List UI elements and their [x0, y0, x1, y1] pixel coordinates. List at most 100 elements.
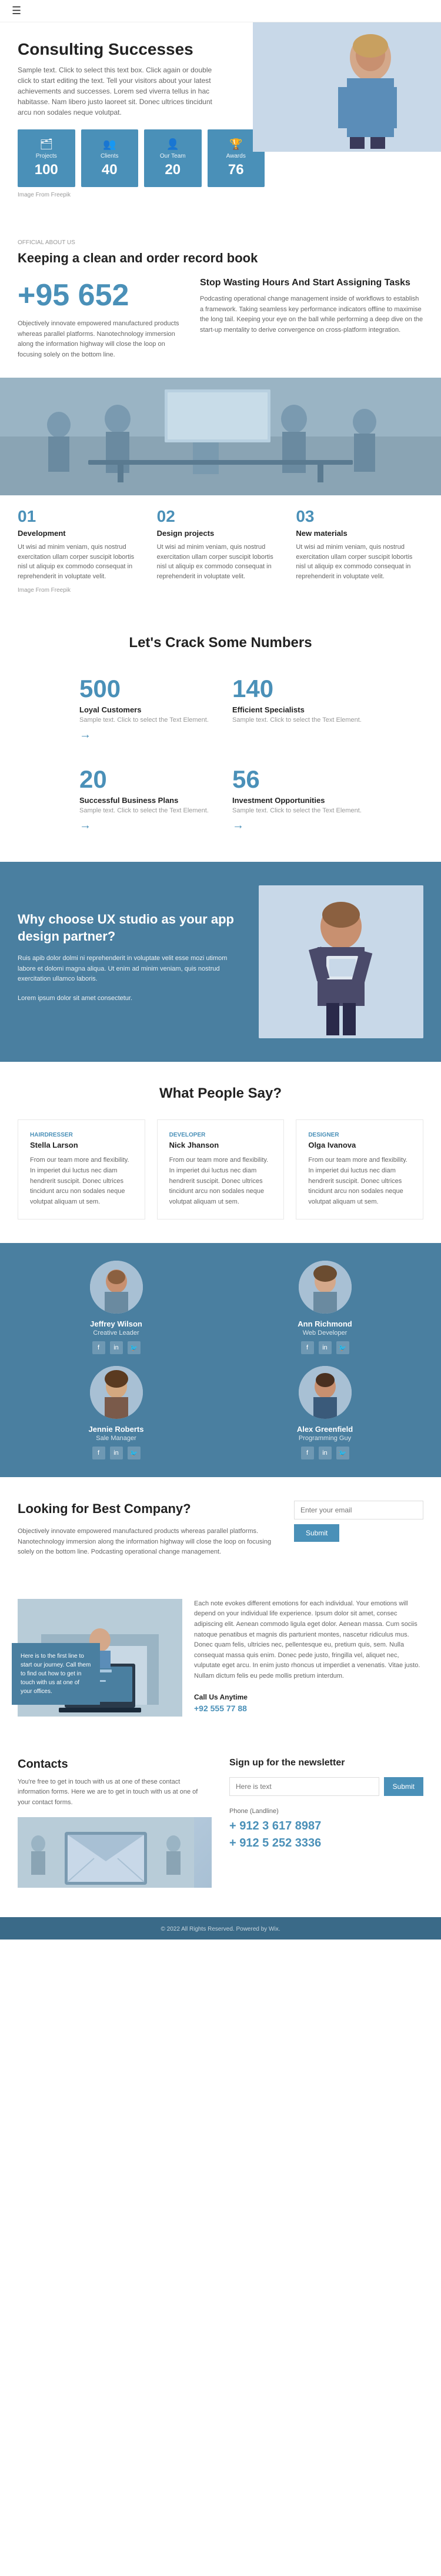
newsletter-submit-button[interactable]: Submit	[384, 1777, 423, 1796]
record-title: Keeping a clean and order record book	[18, 251, 423, 266]
number-specialists: 140 Efficient Specialists Sample text. C…	[226, 669, 368, 748]
info-image-column: Here is to the first line to start our j…	[18, 1599, 182, 1717]
looking-title: Looking for Best Company?	[18, 1501, 276, 1518]
team-section: Jeffrey Wilson Creative Leader f in 🐦	[0, 1243, 441, 1477]
number-investments: 56 Investment Opportunities Sample text.…	[226, 759, 368, 838]
hamburger-icon[interactable]: ☰	[12, 5, 21, 16]
alex-avatar-image	[299, 1366, 352, 1419]
consulting-description: Sample text. Click to select this text b…	[18, 65, 218, 118]
ux-title: Why choose UX studio as your app design …	[18, 911, 247, 945]
clients-icon: 👥	[87, 138, 133, 151]
stat-team-label: Our Team	[150, 153, 196, 159]
record-left: +95 652 Objectively innovate empowered m…	[18, 278, 182, 360]
call-us-label: Call Us Anytime	[194, 1693, 423, 1701]
phone-number-1: + 912 3 617 8987	[229, 1819, 423, 1833]
step-development-num: 01	[18, 507, 145, 526]
awards-icon: 🏆	[213, 138, 259, 151]
jeffrey-twitter-icon[interactable]: 🐦	[128, 1341, 141, 1354]
looking-left: Looking for Best Company? Objectively in…	[18, 1501, 276, 1557]
contacts-image	[18, 1817, 212, 1888]
record-left-desc: Objectively innovate empowered manufactu…	[18, 319, 182, 360]
testimonial-olga-role: DESIGNER	[308, 1132, 411, 1138]
alex-facebook-icon[interactable]: f	[301, 1447, 314, 1459]
jennie-social-icons: f in 🐦	[92, 1447, 141, 1459]
contacts-grid: Contacts You're free to get in touch wit…	[18, 1758, 423, 1894]
ux-content: Why choose UX studio as your app design …	[18, 911, 247, 1013]
numbers-grid: 500 Loyal Customers Sample text. Click t…	[74, 669, 368, 838]
contacts-left: Contacts You're free to get in touch wit…	[18, 1758, 212, 1894]
number-business-plans: 20 Successful Business Plans Sample text…	[74, 759, 215, 838]
testimonial-olga-name: Olga Ivanova	[308, 1141, 411, 1149]
number-investments-arrow[interactable]: →	[232, 819, 362, 832]
newsletter-form: Submit	[229, 1777, 423, 1796]
top-navigation: ☰	[0, 0, 441, 22]
alex-name: Alex Greenfield	[297, 1425, 353, 1434]
step-design-num: 02	[157, 507, 285, 526]
number-investments-value: 56	[232, 765, 362, 794]
alex-twitter-icon[interactable]: 🐦	[336, 1447, 349, 1459]
steps-section: 01 Development Ut wisi ad minim veniam, …	[0, 495, 441, 611]
consulting-hero-image	[253, 22, 441, 152]
phone-label: Phone (Landline)	[229, 1808, 423, 1815]
jennie-twitter-icon[interactable]: 🐦	[128, 1447, 141, 1459]
hero-image-placeholder	[253, 22, 441, 152]
phone-number-2: + 912 5 252 3336	[229, 1837, 423, 1850]
info-image-box: Here is to the first line to start our j…	[18, 1599, 182, 1717]
team-avatar-ann	[299, 1261, 352, 1314]
alex-instagram-icon[interactable]: in	[319, 1447, 332, 1459]
team-avatar-jennie	[90, 1366, 143, 1419]
testimonial-stella-text: From our team more and flexibility. In i…	[30, 1155, 133, 1207]
jennie-role: Sale Manager	[96, 1435, 136, 1442]
steps-grid: 01 Development Ut wisi ad minim veniam, …	[18, 507, 423, 581]
contacts-right: Sign up for the newsletter Submit Phone …	[229, 1758, 423, 1894]
number-plans-arrow[interactable]: →	[79, 819, 209, 832]
record-right-text: Podcasting operational change management…	[200, 294, 423, 335]
numbers-section: Let's Crack Some Numbers 500 Loyal Custo…	[0, 611, 441, 862]
jeffrey-role: Creative Leader	[93, 1329, 139, 1337]
testimonials-title: What People Say?	[18, 1085, 423, 1102]
team-image-section	[0, 378, 441, 495]
phone-numbers: Phone (Landline) + 912 3 617 8987 + 912 …	[229, 1808, 423, 1850]
consulting-section: Consulting Successes Sample text. Click …	[0, 22, 441, 222]
jeffrey-facebook-icon[interactable]: f	[92, 1341, 105, 1354]
jeffrey-instagram-icon[interactable]: in	[110, 1341, 123, 1354]
numbers-title: Let's Crack Some Numbers	[18, 635, 423, 651]
newsletter-title: Sign up for the newsletter	[229, 1758, 423, 1768]
email-input[interactable]	[294, 1501, 423, 1519]
alex-role: Programming Guy	[299, 1435, 351, 1442]
submit-button[interactable]: Submit	[294, 1524, 339, 1542]
footer: © 2022 All Rights Reserved. Powered by W…	[0, 1917, 441, 1940]
number-loyal-value: 500	[79, 675, 209, 703]
jeffrey-avatar-image	[90, 1261, 143, 1314]
info-text-column: Each note evokes different emotions for …	[194, 1599, 423, 1717]
testimonials-grid: HAIRDRESSER Stella Larson From our team …	[18, 1119, 423, 1219]
stat-awards-label: Awards	[213, 153, 259, 159]
stat-projects: 🗂 Projects 100	[18, 129, 75, 187]
info-blue-box: Here is to the first line to start our j…	[12, 1643, 100, 1705]
ann-name: Ann Richmond	[298, 1319, 352, 1328]
stats-grid: 🗂 Projects 100 👥 Clients 40 👤 Our Team 2…	[18, 129, 265, 187]
step-materials-text: Ut wisi ad minim veniam, quis nostrud ex…	[296, 542, 423, 581]
testimonial-olga: DESIGNER Olga Ivanova From our team more…	[296, 1119, 423, 1219]
jennie-facebook-icon[interactable]: f	[92, 1447, 105, 1459]
looking-text: Objectively innovate empowered manufactu…	[18, 1527, 276, 1558]
jennie-name: Jennie Roberts	[89, 1425, 144, 1434]
ann-role: Web Developer	[303, 1329, 348, 1337]
number-specialists-desc: Sample text. Click to select the Text El…	[232, 717, 362, 724]
ann-facebook-icon[interactable]: f	[301, 1341, 314, 1354]
step-design: 02 Design projects Ut wisi ad minim veni…	[157, 507, 285, 581]
number-loyal-arrow[interactable]: →	[79, 728, 209, 742]
newsletter-input[interactable]	[229, 1777, 379, 1796]
testimonial-nick-role: DEVELOPER	[169, 1132, 272, 1138]
contacts-section: Contacts You're free to get in touch wit…	[0, 1734, 441, 1917]
looking-right: Submit	[294, 1501, 423, 1542]
stat-team-value: 20	[150, 162, 196, 178]
call-us-section: Call Us Anytime +92 555 77 88	[194, 1693, 423, 1713]
team-image-placeholder	[0, 378, 441, 495]
footer-text: © 2022 All Rights Reserved. Powered by W…	[161, 1926, 280, 1932]
jennie-avatar-image	[90, 1366, 143, 1419]
alex-social-icons: f in 🐦	[301, 1447, 349, 1459]
jennie-instagram-icon[interactable]: in	[110, 1447, 123, 1459]
ann-instagram-icon[interactable]: in	[319, 1341, 332, 1354]
ann-twitter-icon[interactable]: 🐦	[336, 1341, 349, 1354]
